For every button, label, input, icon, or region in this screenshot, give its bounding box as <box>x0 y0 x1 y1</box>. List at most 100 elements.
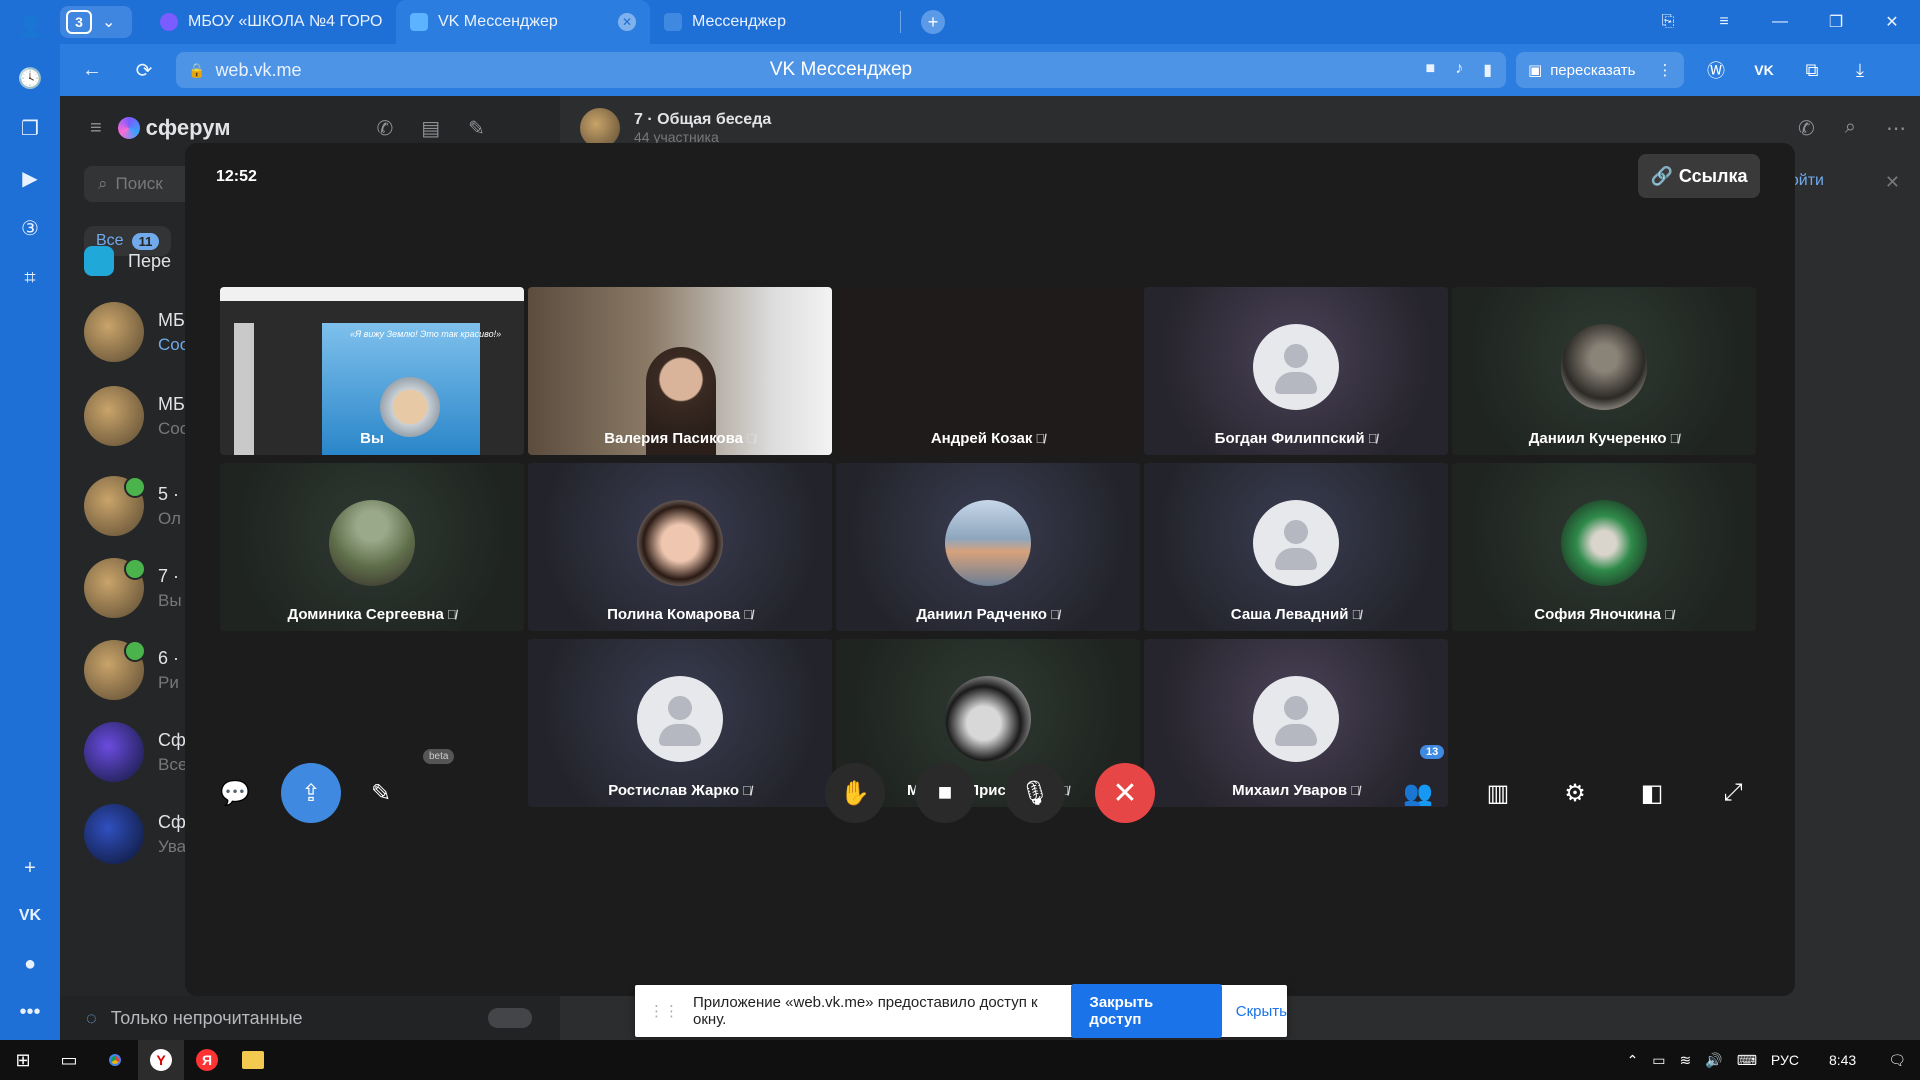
participant-tile[interactable]: Даниил Кучеренко 🎙̸ <box>1452 287 1756 455</box>
list-item[interactable]: 6 · Ри <box>84 640 179 700</box>
drag-handle-icon[interactable]: ⋮⋮ <box>649 1002 679 1020</box>
chat-button[interactable]: 💬 <box>205 763 265 823</box>
volume-icon[interactable]: 🔊 <box>1705 1052 1722 1069</box>
chevron-up-icon[interactable]: ⌃ <box>1627 1052 1639 1069</box>
profile-icon[interactable]: 👤 <box>10 6 50 46</box>
keyboard-icon[interactable]: ⌨ <box>1737 1052 1757 1069</box>
participants-button[interactable]: 👥 <box>1388 763 1448 823</box>
participant-name: Даниил Радченко 🎙̸ <box>916 606 1060 623</box>
yandex-browser-icon[interactable]: Y <box>138 1040 184 1080</box>
mic-off-icon: 🎙̸ <box>745 431 756 446</box>
minimize-call-button[interactable]: ◧ <box>1622 763 1682 823</box>
unread-toggle[interactable] <box>488 1008 532 1028</box>
participant-tile[interactable]: Полина Комарова 🎙̸ <box>528 463 832 631</box>
compose-icon[interactable]: ✎ <box>468 116 485 141</box>
settings-button[interactable]: ⚙ <box>1545 763 1605 823</box>
close-tab-icon[interactable]: ✕ <box>618 13 636 31</box>
bookmark-icon[interactable]: ▮ <box>1483 60 1492 80</box>
phone-icon[interactable]: ✆ <box>1798 116 1815 141</box>
close-access-button[interactable]: Закрыть доступ <box>1071 984 1222 1038</box>
media-icon[interactable]: ▶ <box>12 160 48 196</box>
link-button[interactable]: 🔗 Ссылка <box>1638 154 1760 198</box>
list-item[interactable]: Сф Все <box>84 722 187 782</box>
screen-share-button[interactable]: ⇪ <box>281 763 341 823</box>
alice-icon[interactable]: ● <box>12 946 48 982</box>
participant-tile[interactable]: Валерия Пасикова 🎙̸ <box>528 287 832 455</box>
add-call-icon[interactable]: ✆ <box>376 116 393 141</box>
add-panel-icon[interactable]: + <box>12 850 48 886</box>
hide-button[interactable]: Скрыть <box>1236 1003 1287 1020</box>
list-item[interactable]: 5 · Ол <box>84 476 181 536</box>
language-indicator[interactable]: РУС <box>1771 1052 1799 1068</box>
url-field[interactable]: 🔒 web.vk.me VK Мессенджер ■ ♪ ▮ <box>176 52 1506 88</box>
downloads-icon[interactable]: ⤓ <box>1846 60 1874 81</box>
back-icon[interactable]: ← <box>72 50 112 90</box>
yandex-icon[interactable]: Я <box>184 1040 230 1080</box>
collections-icon[interactable]: ❐ <box>12 110 48 146</box>
chevron-down-icon: ⌄ <box>102 14 116 31</box>
extension-puzzle-icon[interactable]: ⧉ <box>1798 60 1826 81</box>
battery-icon[interactable]: ▭ <box>1652 1052 1665 1069</box>
tab-group-button[interactable]: 3 ⌄ <box>60 6 132 38</box>
kebab-icon[interactable]: ⋮ <box>1657 61 1672 79</box>
participant-tile[interactable]: Андрей Козак 🎙̸ <box>836 287 1140 455</box>
participant-tile-self[interactable]: «Я вижу Землю! Это так красиво!» Вы <box>220 287 524 455</box>
wifi-icon[interactable]: ≋ <box>1680 1052 1692 1069</box>
layout-button[interactable]: ▥ <box>1468 763 1528 823</box>
task-view-icon[interactable]: ▭ <box>46 1040 92 1080</box>
extension-vk-icon[interactable]: VK <box>1750 62 1778 78</box>
history-icon[interactable]: 🕓 <box>12 60 48 96</box>
pinned-item[interactable]: Пере <box>84 246 171 276</box>
draw-button[interactable]: ✎ <box>351 763 411 823</box>
screenshot-icon[interactable]: ⌗ <box>12 260 48 296</box>
clock[interactable]: 8:43 <box>1829 1052 1856 1068</box>
camera-button[interactable]: ■ <box>915 763 975 823</box>
microphone-button[interactable]: 🎙 <box>1005 763 1065 823</box>
participant-tile[interactable]: София Яночкина 🎙̸ <box>1452 463 1756 631</box>
close-window-icon[interactable]: ✕ <box>1864 12 1920 32</box>
bookmarks-icon[interactable]: ⎘ <box>1640 13 1696 31</box>
tab-vk-messenger[interactable]: VK Мессенджер ✕ <box>396 0 650 44</box>
mic-off-icon: 🎙̸ <box>1367 431 1378 446</box>
list-item[interactable]: Сф Ува <box>84 804 186 864</box>
raise-hand-button[interactable]: ✋ <box>825 763 885 823</box>
search-icon[interactable]: ⌕ <box>1845 116 1856 141</box>
avatar <box>84 386 144 446</box>
vk-icon[interactable]: VK <box>12 898 48 934</box>
close-icon[interactable]: ✕ <box>1885 172 1900 193</box>
reload-icon[interactable]: ⟳ <box>124 50 164 90</box>
list-item[interactable]: МБ Соо <box>84 302 189 362</box>
list-item[interactable]: 7 · Вы <box>84 558 182 618</box>
menu-icon[interactable]: ≡ <box>1696 13 1752 31</box>
mic-permission-icon[interactable]: ♪ <box>1455 60 1463 80</box>
more-icon[interactable]: ••• <box>12 994 48 1030</box>
file-explorer-icon[interactable] <box>230 1040 276 1080</box>
tab-bar: 3 ⌄ МБОУ «ШКОЛА №4 ГОРО VK Мессенджер ✕ … <box>60 0 1920 44</box>
mic-off-icon: 🎙̸ <box>446 607 457 622</box>
tabs-counter-icon[interactable]: ③ <box>12 210 48 246</box>
mic-off-icon: 🎙̸ <box>1049 607 1060 622</box>
participant-tile[interactable]: Доминика Сергеевна 🎙̸ <box>220 463 524 631</box>
sidebar-actions: ✆ ▤ ✎ <box>376 116 484 141</box>
participant-tile[interactable]: Даниил Радченко 🎙̸ <box>836 463 1140 631</box>
conversation-title[interactable]: 7 · Общая беседа <box>634 111 771 129</box>
tab-messenger[interactable]: Мессенджер <box>650 0 900 44</box>
extension-w-icon[interactable]: Ⓦ <box>1702 57 1730 83</box>
chrome-icon[interactable] <box>92 1040 138 1080</box>
participant-tile[interactable]: Богдан Филиппский 🎙̸ <box>1144 287 1448 455</box>
hang-up-button[interactable]: ✕ <box>1095 763 1155 823</box>
tab-school[interactable]: МБОУ «ШКОЛА №4 ГОРО <box>146 0 396 44</box>
notifications-icon[interactable]: 🗨 <box>1888 1052 1906 1069</box>
archive-icon[interactable]: ▤ <box>421 116 440 141</box>
minimize-icon[interactable]: — <box>1752 13 1808 31</box>
restore-icon[interactable]: ❐ <box>1808 12 1864 32</box>
participant-tile[interactable]: Саша Левадний 🎙̸ <box>1144 463 1448 631</box>
camera-permission-icon[interactable]: ■ <box>1426 60 1436 80</box>
new-tab-button[interactable]: + <box>921 10 945 34</box>
retell-button[interactable]: ▣ пересказать ⋮ <box>1516 52 1684 88</box>
fullscreen-button[interactable]: ⤢ <box>1703 763 1763 823</box>
hamburger-icon[interactable]: ≡ <box>90 117 102 140</box>
more-icon[interactable]: ⋯ <box>1886 116 1906 141</box>
list-item[interactable]: МБ Соо <box>84 386 189 446</box>
start-icon[interactable]: ⊞ <box>0 1040 46 1080</box>
